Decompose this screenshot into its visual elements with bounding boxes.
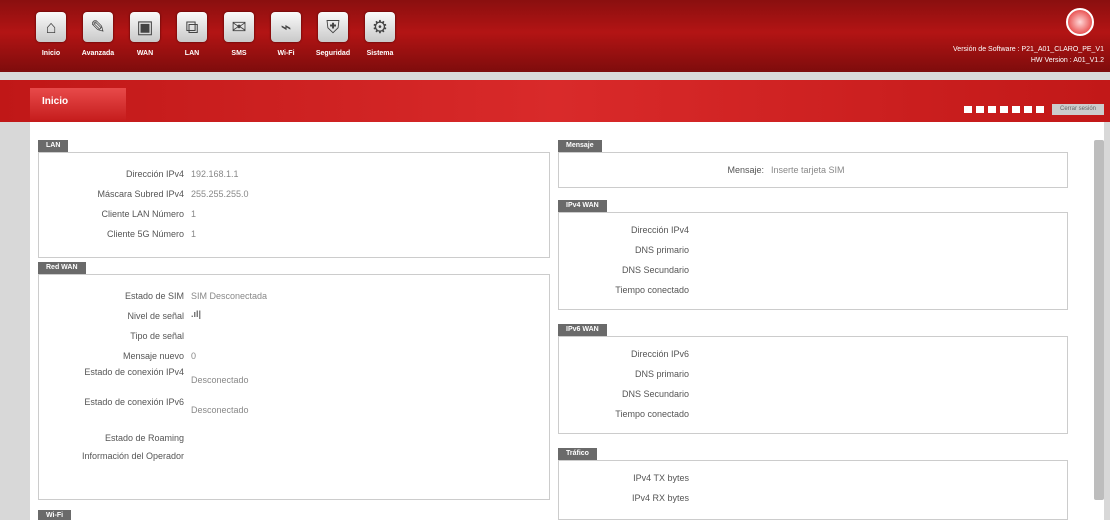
field-label: DNS Secundario xyxy=(621,389,689,399)
field-label: IPv4 TX bytes xyxy=(633,473,689,483)
panel-body: Estado de SIM SIM Desconectada Nivel de … xyxy=(38,274,550,500)
field-label: Estado de SIM xyxy=(124,291,184,301)
message-panel: Mensaje Mensaje: Inserte tarjeta SIM xyxy=(558,140,1068,188)
panel-body: Dirección IPv4 192.168.1.1 Máscara Subre… xyxy=(38,152,550,258)
logout-button[interactable]: Cerrar sesión xyxy=(1052,104,1104,115)
network-status-icon xyxy=(988,106,996,113)
field-label: Información del Operador xyxy=(81,451,184,461)
field-value: Inserte tarjeta SIM xyxy=(771,165,845,175)
main-content: LAN Dirección IPv4 192.168.1.1 Máscara S… xyxy=(30,122,1104,520)
wifi-icon: ⌁ xyxy=(271,12,301,42)
sub-header-bar xyxy=(0,80,1110,122)
panel-title: IPv6 WAN xyxy=(558,324,607,336)
nav-label: SMS xyxy=(231,50,247,57)
nav-item-seguridad[interactable]: ⛨ Seguridad xyxy=(312,4,354,68)
panel-body: Dirección IPv4 DNS primario DNS Secundar… xyxy=(558,212,1068,310)
field-value: Desconectado xyxy=(191,375,249,385)
field-label: Cliente 5G Número xyxy=(106,229,184,239)
panel-body: Dirección IPv6 DNS primario DNS Secundar… xyxy=(558,336,1068,434)
home-icon: ⌂ xyxy=(36,12,66,42)
brand-logo-icon xyxy=(1066,8,1094,36)
field-value: 255.255.255.0 xyxy=(191,189,249,199)
tab-inicio[interactable]: Inicio xyxy=(30,88,126,122)
field-label: DNS primario xyxy=(634,245,689,255)
battery-icon xyxy=(1024,106,1032,113)
mail-icon: ✉ xyxy=(224,12,254,42)
panel-body: IPv4 TX bytes IPv4 RX bytes xyxy=(558,460,1068,520)
field-label: Tipo de señal xyxy=(130,331,184,341)
nav-item-wifi[interactable]: ⌁ Wi-Fi xyxy=(265,4,307,68)
sms-status-icon xyxy=(1000,106,1008,113)
field-label: Tiempo conectado xyxy=(615,285,689,295)
field-label: Dirección IPv4 xyxy=(125,169,184,179)
panel-title: LAN xyxy=(38,140,69,152)
nav-label: Avanzada xyxy=(81,50,115,57)
nav-label: Inicio xyxy=(41,50,61,57)
field-label: Estado de conexión IPv4 xyxy=(84,367,184,377)
signal-strength-icon: .ıl| xyxy=(191,309,202,319)
wifi-status-icon xyxy=(1012,106,1020,113)
panel-title: Tráfico xyxy=(558,448,597,460)
field-label: Estado de conexión IPv6 xyxy=(84,397,184,407)
field-label: Dirección IPv6 xyxy=(630,349,689,359)
field-label: Estado de Roaming xyxy=(104,433,184,443)
wifi-panel: Wi-Fi xyxy=(38,510,550,520)
field-value: 0 xyxy=(191,351,197,361)
field-value: 192.168.1.1 xyxy=(191,169,239,179)
nav-label: Wi-Fi xyxy=(277,50,295,57)
sim-icon xyxy=(964,106,972,113)
status-icons xyxy=(964,106,1044,113)
field-label: DNS primario xyxy=(634,369,689,379)
field-label: Tiempo conectado xyxy=(615,409,689,419)
tools-icon: ✎ xyxy=(83,12,113,42)
field-label: Dirección IPv4 xyxy=(630,225,689,235)
field-value: 1 xyxy=(191,229,197,239)
field-label: Máscara Subred IPv4 xyxy=(97,189,184,199)
nav-item-inicio[interactable]: ⌂ Inicio xyxy=(30,4,72,68)
vertical-scrollbar[interactable] xyxy=(1094,140,1104,500)
signal-icon xyxy=(976,106,984,113)
field-label: DNS Secundario xyxy=(621,265,689,275)
field-label: Mensaje nuevo xyxy=(122,351,184,361)
nav-item-sistema[interactable]: ⚙ Sistema xyxy=(359,4,401,68)
nav-label: WAN xyxy=(136,50,154,57)
hw-version: HW Version : A01_V1.2 xyxy=(1030,57,1104,64)
nav-item-avanzada[interactable]: ✎ Avanzada xyxy=(77,4,119,68)
field-value: SIM Desconectada xyxy=(191,291,268,301)
panel-title: Red WAN xyxy=(38,262,86,274)
software-version: Versión de Software : P21_A01_CLARO_PE_V… xyxy=(953,46,1104,53)
gear-icon: ⚙ xyxy=(365,12,395,42)
field-value: 1 xyxy=(191,209,197,219)
ipv6-wan-panel: IPv6 WAN Dirección IPv6 DNS primario DNS… xyxy=(558,324,1068,434)
network-icon: ⧉ xyxy=(177,12,207,42)
panel-title: IPv4 WAN xyxy=(558,200,607,212)
field-value: Desconectado xyxy=(191,405,249,415)
monitor-icon: ▣ xyxy=(130,12,160,42)
traffic-panel: Tráfico IPv4 TX bytes IPv4 RX bytes xyxy=(558,448,1068,520)
nav-item-wan[interactable]: ▣ WAN xyxy=(124,4,166,68)
field-label: Nivel de señal xyxy=(127,311,184,321)
main-nav: ⌂ Inicio ✎ Avanzada ▣ WAN ⧉ LAN ✉ SMS ⌁ … xyxy=(30,4,406,68)
panel-title: Wi-Fi xyxy=(38,510,72,520)
lan-panel: LAN Dirección IPv4 192.168.1.1 Máscara S… xyxy=(38,140,550,258)
ipv4-wan-panel: IPv4 WAN Dirección IPv4 DNS primario DNS… xyxy=(558,200,1068,310)
nav-label: LAN xyxy=(184,50,200,57)
nav-item-sms[interactable]: ✉ SMS xyxy=(218,4,260,68)
top-navigation-bar: ⌂ Inicio ✎ Avanzada ▣ WAN ⧉ LAN ✉ SMS ⌁ … xyxy=(0,0,1110,72)
field-label: Cliente LAN Número xyxy=(101,209,184,219)
panel-body: Mensaje: Inserte tarjeta SIM xyxy=(558,152,1068,188)
field-label: IPv4 RX bytes xyxy=(631,493,689,503)
panel-title: Mensaje xyxy=(558,140,602,152)
version-info: Versión de Software : P21_A01_CLARO_PE_V… xyxy=(953,44,1104,66)
field-label: Mensaje: xyxy=(727,165,764,175)
users-icon xyxy=(1036,106,1044,113)
wan-panel: Red WAN Estado de SIM SIM Desconectada N… xyxy=(38,262,550,500)
nav-label: Seguridad xyxy=(315,50,351,57)
shield-icon: ⛨ xyxy=(318,12,348,42)
nav-item-lan[interactable]: ⧉ LAN xyxy=(171,4,213,68)
nav-label: Sistema xyxy=(366,50,394,57)
